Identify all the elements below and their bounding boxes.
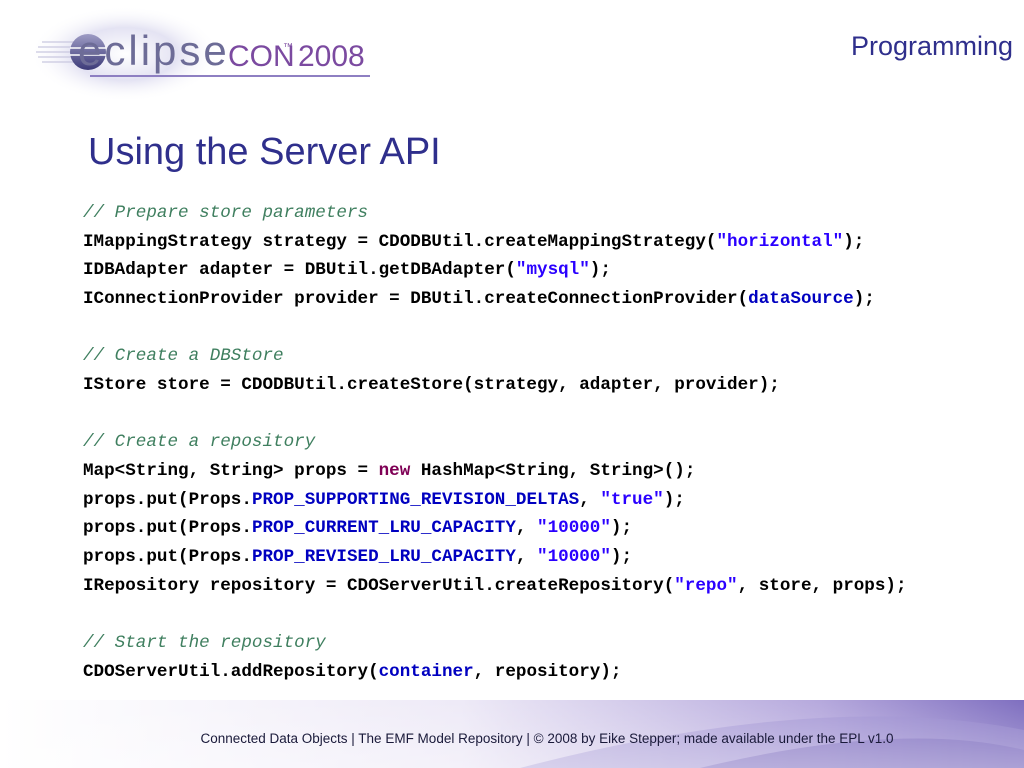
code-kw: new [378,460,411,481]
code-line: IStore store = CDODBUtil.createStore(str… [83,371,1018,400]
code-text: ); [589,260,611,281]
section-label: Programming [850,31,1013,61]
code-text: , store, props); [737,575,907,596]
code-str: "mysql" [515,260,590,281]
eclipsecon-logo: eclipse CON ™ 2008 [30,6,390,102]
code-field: container [378,661,474,682]
code-line: IMappingStrategy strategy = CDODBUtil.cr… [83,228,1018,257]
code-line: CDOServerUtil.addRepository(container, r… [83,658,1018,687]
code-str: "10000" [537,546,611,567]
code-comment-line: // Start the repository [83,629,1018,658]
code-str: "10000" [537,518,611,539]
code-text: IRepository repository = CDOServerUtil.c… [83,575,675,596]
code-text: , [579,489,601,510]
code-text: ); [853,288,875,309]
code-field: PROP_SUPPORTING_REVISION_DELTAS [251,489,580,510]
code-line: props.put(Props.PROP_CURRENT_LRU_CAPACIT… [83,514,1018,543]
code-text: , repository); [473,661,622,682]
slide-title: Using the Server API [88,131,441,173]
logo-tm: ™ [283,42,293,53]
code-text: ); [610,518,633,539]
code-text: props.put(Props. [83,489,252,510]
footer-text: Connected Data Objects | The EMF Model R… [200,731,894,746]
code-field: PROP_REVISED_LRU_CAPACITY [251,546,516,567]
code-text: HashMap<String, String>(); [410,460,696,481]
code-text: IConnectionProvider provider = DBUtil.cr… [83,288,749,309]
code-text: Map<String, String> props = [83,460,379,481]
code-line: props.put(Props.PROP_REVISED_LRU_CAPACIT… [83,543,1018,572]
code-text: , [515,518,538,539]
code-str: "repo" [674,575,738,596]
code-str: "horizontal" [716,231,844,252]
code-text: ); [610,546,633,567]
code-line: IRepository repository = CDOServerUtil.c… [83,572,1018,601]
code-line: IConnectionProvider provider = DBUtil.cr… [83,285,1018,314]
code-str: "true" [600,489,664,510]
code-field: PROP_CURRENT_LRU_CAPACITY [251,518,516,539]
code-comment: // Create a DBStore [83,346,284,367]
code-block: // Prepare store parameters IMappingStrat… [83,199,1018,686]
code-line: IDBAdapter adapter = DBUtil.getDBAdapter… [83,256,1018,285]
code-text: , [515,546,538,567]
code-text: IDBAdapter adapter = DBUtil.getDBAdapter… [83,260,516,281]
code-comment: // Create a repository [83,432,316,453]
code-line: props.put(Props.PROP_SUPPORTING_REVISION… [83,486,1018,515]
code-comment-line: // Prepare store parameters [83,199,1018,228]
code-text: props.put(Props. [83,546,252,567]
code-comment: // Prepare store parameters [83,203,369,223]
code-comment-line: // Create a repository [83,428,1018,457]
code-text: IStore store = CDODBUtil.createStore(str… [83,374,780,395]
code-comment-line: // Create a DBStore [83,342,1018,371]
code-text: CDOServerUtil.addRepository( [83,661,379,682]
code-line: Map<String, String> props = new HashMap<… [83,457,1018,486]
code-text: ); [843,231,865,252]
code-text: props.put(Props. [83,518,252,539]
logo-year: 2008 [298,40,365,73]
logo-eclipse-text: eclipse [78,27,230,74]
code-field: dataSource [748,288,854,309]
code-text: ); [663,489,685,510]
code-comment: // Start the repository [83,632,326,653]
code-text: IMappingStrategy strategy = CDODBUtil.cr… [83,231,717,252]
